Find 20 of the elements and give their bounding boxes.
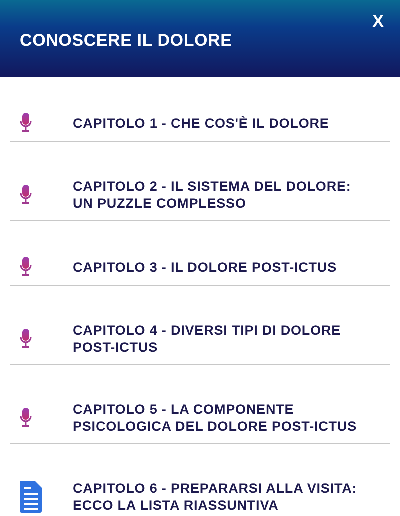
chapter-title: CAPITOLO 1 - CHE COS'È IL DOLORE	[73, 114, 330, 132]
chapter-title: CAPITOLO 2 - IL SISTEMA DEL DOLORE: UN PUZZLE COMPLESSO	[73, 178, 352, 212]
chapter-title: CAPITOLO 3 - IL DOLORE POST-ICTUS	[73, 258, 337, 276]
chapter-item[interactable]: CAPITOLO 1 - CHE COS'È IL DOLORE	[10, 77, 390, 142]
microphone-icon	[20, 257, 32, 277]
chapter-item[interactable]: CAPITOLO 3 - IL DOLORE POST-ICTUS	[10, 221, 390, 286]
chapter-item[interactable]: CAPITOLO 4 - DIVERSI TIPI DI DOLORE POST-ICTUS	[10, 286, 390, 365]
document-icon	[20, 481, 42, 513]
chapter-item[interactable]: CAPITOLO 2 - IL SISTEMA DEL DOLORE: UN PUZZLE COMPLESSO	[10, 142, 390, 221]
chapter-title: CAPITOLO 6 - PREPARARSI ALLA VISITA: ECCO LA LISTA RIASSUNTIVA	[73, 480, 358, 514]
microphone-icon	[20, 113, 32, 133]
chapter-item[interactable]: CAPITOLO 5 - LA COMPONENTE PSICOLOGICA DEL DOLORE POST-ICTUS	[10, 365, 390, 444]
microphone-icon	[20, 329, 32, 349]
page-title: CONOSCERE IL DOLORE	[20, 31, 232, 51]
chapter-title: CAPITOLO 4 - DIVERSI TIPI DI DOLORE POST-ICTUS	[73, 322, 342, 356]
close-button[interactable]: X	[368, 10, 388, 34]
chapter-item[interactable]: CAPITOLO 6 - PREPARARSI ALLA VISITA: ECCO LA LISTA RIASSUNTIVA	[10, 444, 390, 516]
microphone-icon	[20, 408, 32, 428]
chapter-title: CAPITOLO 5 - LA COMPONENTE PSICOLOGICA DEL DOLORE POST-ICTUS	[73, 401, 358, 435]
microphone-icon	[20, 185, 32, 205]
